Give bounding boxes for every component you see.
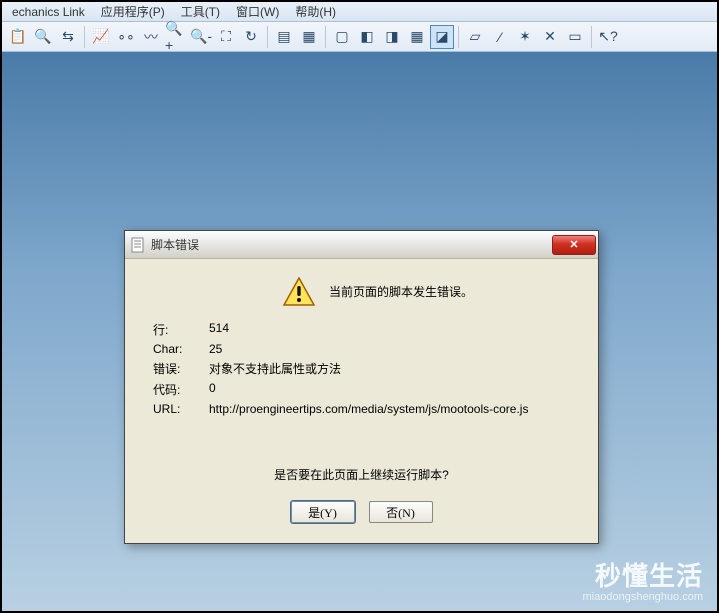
- dialog-headline: 当前页面的脚本发生错误。: [329, 277, 473, 300]
- label-char: Char:: [153, 342, 209, 356]
- value-char: 25: [209, 342, 569, 356]
- no-label: 否(N): [386, 504, 415, 521]
- label-code: 代码:: [153, 381, 209, 398]
- dialog-question: 是否要在此页面上继续运行脚本?: [143, 466, 580, 483]
- datum-csys-icon[interactable]: ✕: [538, 25, 562, 49]
- no-button[interactable]: 否(N): [369, 501, 433, 523]
- datum-axis-icon[interactable]: ⁄: [488, 25, 512, 49]
- shade-selected-icon[interactable]: ◪: [430, 25, 454, 49]
- error-details: 行: 514 Char: 25 错误: 对象不支持此属性或方法 代码: 0 UR…: [153, 321, 580, 416]
- menu-item[interactable]: 窗口(W): [230, 2, 285, 21]
- label-url: URL:: [153, 402, 209, 416]
- value-code: 0: [209, 381, 569, 398]
- zoom-out-icon[interactable]: 🔍-: [189, 25, 213, 49]
- zoom-fit-icon[interactable]: ⛶: [214, 25, 238, 49]
- copy-icon[interactable]: 📋: [6, 25, 30, 49]
- value-line: 514: [209, 321, 569, 338]
- yes-button[interactable]: 是(Y): [291, 501, 355, 523]
- datum-plane-icon[interactable]: ▱: [463, 25, 487, 49]
- document-icon: [131, 237, 145, 253]
- menu-item[interactable]: 工具(T): [175, 2, 226, 21]
- watermark-url: miaodongshenghuo.com: [583, 591, 703, 603]
- value-url: http://proengineertips.com/media/system/…: [209, 402, 569, 416]
- help-pointer-icon[interactable]: ↖?: [596, 25, 620, 49]
- refresh-icon[interactable]: ↻: [239, 25, 263, 49]
- close-icon: ✕: [569, 238, 578, 251]
- zoom-in-icon[interactable]: 🔍+: [164, 25, 188, 49]
- label-error: 错误:: [153, 360, 209, 377]
- curve-icon[interactable]: 〰: [139, 25, 163, 49]
- menu-item[interactable]: 帮助(H): [289, 2, 342, 21]
- wire-icon[interactable]: ▢: [330, 25, 354, 49]
- dialog-title: 脚本错误: [151, 236, 546, 253]
- yes-label: 是(Y): [308, 504, 337, 521]
- annot-icon[interactable]: ▭: [563, 25, 587, 49]
- view-icon[interactable]: ▦: [297, 25, 321, 49]
- menu-item[interactable]: 应用程序(P): [95, 2, 171, 21]
- chart-icon[interactable]: 📈: [89, 25, 113, 49]
- warning-icon: [283, 277, 315, 307]
- link-icon[interactable]: ⇆: [56, 25, 80, 49]
- layer-icon[interactable]: ▤: [272, 25, 296, 49]
- script-error-dialog: 脚本错误 ✕ 当前页面的脚本发生错误。 行: 514 Char: 25 错误: …: [124, 230, 599, 544]
- hidden-icon[interactable]: ◧: [355, 25, 379, 49]
- value-error: 对象不支持此属性或方法: [209, 360, 569, 377]
- menu-item[interactable]: echanics Link: [6, 4, 91, 20]
- datum-point-icon[interactable]: ✶: [513, 25, 537, 49]
- watermark: 秒懂生活 miaodongshenghuo.com: [583, 556, 703, 603]
- watermark-title: 秒懂生活: [583, 556, 703, 593]
- menu-bar: echanics Link 应用程序(P) 工具(T) 窗口(W) 帮助(H): [2, 2, 717, 22]
- toolbar: 📋 🔍 ⇆ 📈 ∘∘ 〰 🔍+ 🔍- ⛶ ↻ ▤ ▦ ▢ ◧ ◨ ▦ ◪ ▱ ⁄…: [2, 22, 717, 52]
- shade-icon[interactable]: ◨: [380, 25, 404, 49]
- find-icon[interactable]: 🔍: [31, 25, 55, 49]
- dialog-titlebar[interactable]: 脚本错误 ✕: [125, 231, 598, 259]
- node-icon[interactable]: ∘∘: [114, 25, 138, 49]
- close-button[interactable]: ✕: [552, 235, 596, 255]
- label-line: 行:: [153, 321, 209, 338]
- shade2-icon[interactable]: ▦: [405, 25, 429, 49]
